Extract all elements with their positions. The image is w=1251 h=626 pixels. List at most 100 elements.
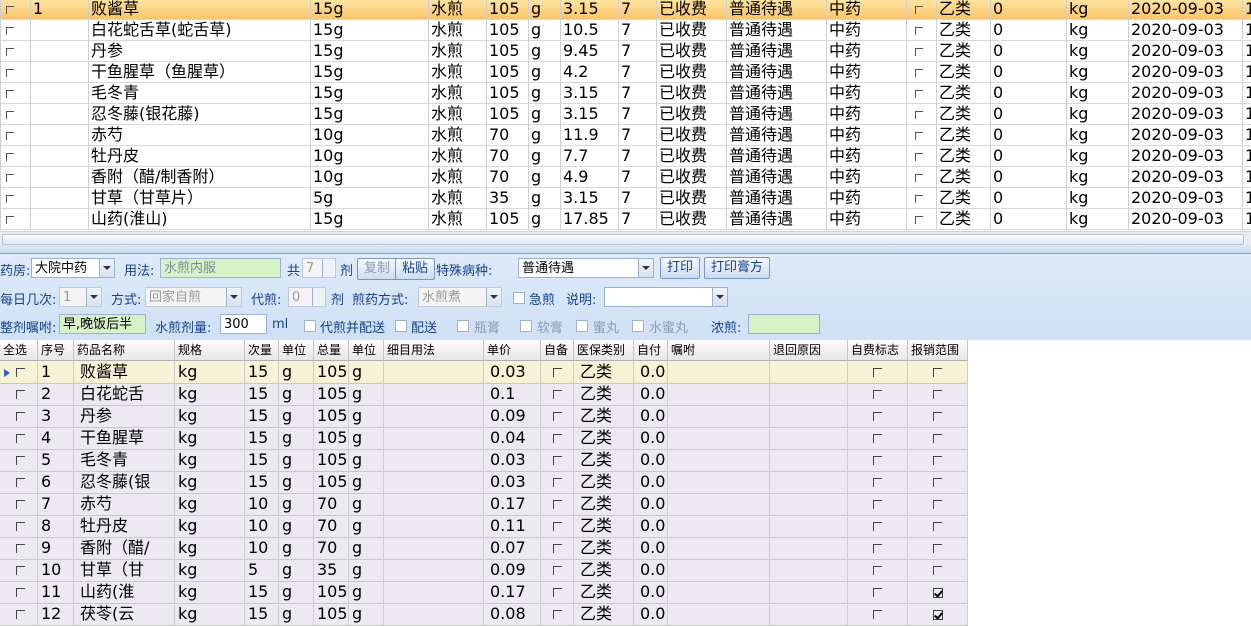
row-checkbox[interactable] bbox=[16, 434, 25, 443]
checkbox-cell[interactable] bbox=[541, 449, 574, 471]
spin-icon[interactable] bbox=[322, 259, 335, 277]
table-row[interactable]: 4 干鱼腥草 kg 15 g 105 g 0.04 乙类 0.0 bbox=[0, 427, 968, 450]
table-row[interactable]: 10 甘草（甘 kg 5 g 35 g 0.09 乙类 0.0 bbox=[0, 559, 968, 582]
row-checkbox[interactable] bbox=[915, 27, 923, 35]
row-checkbox[interactable] bbox=[915, 90, 923, 98]
row-checkbox[interactable] bbox=[873, 588, 882, 597]
table-row[interactable]: 8 牡丹皮 kg 10 g 70 g 0.11 乙类 0.0 bbox=[0, 515, 968, 538]
reimburse-checkbox[interactable] bbox=[933, 456, 942, 465]
chevron-down-icon[interactable] bbox=[638, 259, 653, 277]
row-checkbox[interactable] bbox=[6, 90, 14, 98]
checkbox-cell[interactable] bbox=[0, 103, 33, 124]
special-disease-select[interactable]: 普通待遇 bbox=[518, 258, 654, 278]
checkbox-cell[interactable] bbox=[541, 559, 574, 581]
checkbox-cell[interactable] bbox=[908, 559, 968, 581]
thick-decoct-field[interactable] bbox=[748, 314, 820, 334]
checkbox-cell[interactable] bbox=[906, 61, 939, 82]
checkbox-cell[interactable] bbox=[906, 187, 939, 208]
advice-field[interactable]: 早,晚饭后半小 bbox=[59, 314, 146, 334]
row-checkbox[interactable] bbox=[6, 216, 14, 224]
empty-cell[interactable] bbox=[668, 449, 770, 471]
checkbox-cell[interactable] bbox=[906, 82, 939, 103]
row-checkbox[interactable] bbox=[873, 566, 882, 575]
column-header[interactable]: 嘱咐 bbox=[668, 340, 770, 361]
row-checkbox[interactable] bbox=[6, 27, 14, 35]
checkbox-cell[interactable] bbox=[906, 124, 939, 145]
checkbox-cell[interactable] bbox=[541, 383, 574, 405]
chevron-down-icon[interactable] bbox=[226, 288, 241, 306]
empty-cell[interactable] bbox=[668, 559, 770, 581]
column-header[interactable]: 单位 bbox=[279, 340, 314, 361]
usage-field[interactable]: 水煎内服 bbox=[160, 258, 281, 278]
checkbox-cell[interactable] bbox=[906, 166, 939, 187]
empty-cell[interactable] bbox=[384, 449, 484, 471]
empty-cell[interactable] bbox=[384, 515, 484, 537]
empty-cell[interactable] bbox=[384, 537, 484, 559]
checkbox-cell[interactable] bbox=[848, 449, 908, 471]
checkbox-cell[interactable] bbox=[0, 383, 38, 405]
column-header[interactable]: 序号 bbox=[38, 340, 74, 361]
checkbox-cell[interactable] bbox=[908, 361, 968, 383]
checkbox-cell[interactable] bbox=[906, 40, 939, 61]
checkbox-cell[interactable] bbox=[848, 427, 908, 449]
row-checkbox[interactable] bbox=[873, 412, 882, 421]
row-checkbox[interactable] bbox=[915, 153, 923, 161]
urgent-checkbox[interactable] bbox=[513, 292, 525, 304]
empty-cell[interactable] bbox=[770, 559, 848, 581]
water-dose-field[interactable]: 300 bbox=[220, 314, 267, 334]
column-header[interactable]: 全选 bbox=[0, 340, 38, 361]
row-checkbox[interactable] bbox=[553, 390, 562, 399]
table-row[interactable]: 7 赤芍 kg 10 g 70 g 0.17 乙类 0.0 bbox=[0, 493, 968, 516]
water-honey-pill-checkbox[interactable] bbox=[632, 320, 644, 332]
pharmacy-select[interactable]: 大院中药 bbox=[31, 258, 115, 278]
checkbox-cell[interactable] bbox=[0, 208, 33, 229]
row-checkbox[interactable] bbox=[6, 153, 14, 161]
empty-cell[interactable] bbox=[668, 471, 770, 493]
row-checkbox[interactable] bbox=[16, 610, 25, 619]
checkbox-cell[interactable] bbox=[0, 537, 38, 559]
column-header[interactable]: 次量 bbox=[245, 340, 279, 361]
empty-cell[interactable] bbox=[770, 515, 848, 537]
empty-cell[interactable] bbox=[770, 493, 848, 515]
row-checkbox[interactable] bbox=[553, 368, 562, 377]
empty-cell[interactable] bbox=[770, 383, 848, 405]
checkbox-cell[interactable] bbox=[0, 427, 38, 449]
row-checkbox[interactable] bbox=[553, 566, 562, 575]
row-checkbox[interactable] bbox=[16, 566, 25, 575]
prescription-history-grid[interactable]: 1 败酱草 15g 水煎 105 g 3.15 7 已收费 普通待遇 中药 乙类 0 kg 2020-09-… bbox=[0, 0, 1251, 231]
prescription-detail-grid[interactable]: 全选 序号 药品名称 规格 次量 单位 总量 单位 细目用法 单价 自备 医保类别 自付 嘱咐 退回原因 自费… bbox=[0, 340, 1251, 626]
history-row[interactable]: 香附（醋/制香附） 10g 水煎 70 g 4.9 7 已收费 普通待遇 中药 乙类 0 kg 2020-… bbox=[0, 166, 1251, 188]
empty-cell[interactable] bbox=[770, 449, 848, 471]
checkbox-cell[interactable] bbox=[908, 515, 968, 537]
checkbox-cell[interactable] bbox=[0, 559, 38, 581]
row-checkbox[interactable] bbox=[6, 195, 14, 203]
checkbox-cell[interactable] bbox=[848, 559, 908, 581]
table-row[interactable]: 3 丹参 kg 15 g 105 g 0.09 乙类 0.0 bbox=[0, 405, 968, 428]
row-checkbox[interactable] bbox=[553, 478, 562, 487]
empty-cell[interactable] bbox=[384, 383, 484, 405]
column-header[interactable]: 细目用法 bbox=[384, 340, 484, 361]
checkbox-cell[interactable] bbox=[848, 405, 908, 427]
row-checkbox[interactable] bbox=[915, 132, 923, 140]
chevron-down-icon[interactable] bbox=[86, 288, 101, 306]
row-checkbox[interactable] bbox=[553, 434, 562, 443]
note-select[interactable] bbox=[604, 287, 728, 307]
empty-cell[interactable] bbox=[384, 559, 484, 581]
checkbox-cell[interactable] bbox=[0, 124, 33, 145]
checkbox-cell[interactable] bbox=[908, 405, 968, 427]
empty-cell[interactable] bbox=[668, 581, 770, 603]
checkbox-cell[interactable] bbox=[0, 603, 38, 625]
reimburse-checkbox[interactable] bbox=[933, 522, 942, 531]
row-checkbox[interactable] bbox=[553, 522, 562, 531]
row-checkbox[interactable] bbox=[553, 456, 562, 465]
row-checkbox[interactable] bbox=[873, 390, 882, 399]
history-row[interactable]: 干鱼腥草（鱼腥草） 15g 水煎 105 g 4.2 7 已收费 普通待遇 中药 乙类 0 kg 2020… bbox=[0, 61, 1251, 83]
empty-cell[interactable] bbox=[770, 427, 848, 449]
column-header[interactable]: 规格 bbox=[175, 340, 245, 361]
checkbox-cell[interactable] bbox=[908, 581, 968, 603]
table-row[interactable]: 9 香附（醋/kg 10 g 70 g 0.07 乙类 0.0 bbox=[0, 537, 968, 560]
row-checkbox[interactable] bbox=[553, 500, 562, 509]
checkbox-cell[interactable] bbox=[906, 103, 939, 124]
checkbox-cell[interactable] bbox=[848, 383, 908, 405]
row-checkbox[interactable] bbox=[6, 48, 14, 56]
